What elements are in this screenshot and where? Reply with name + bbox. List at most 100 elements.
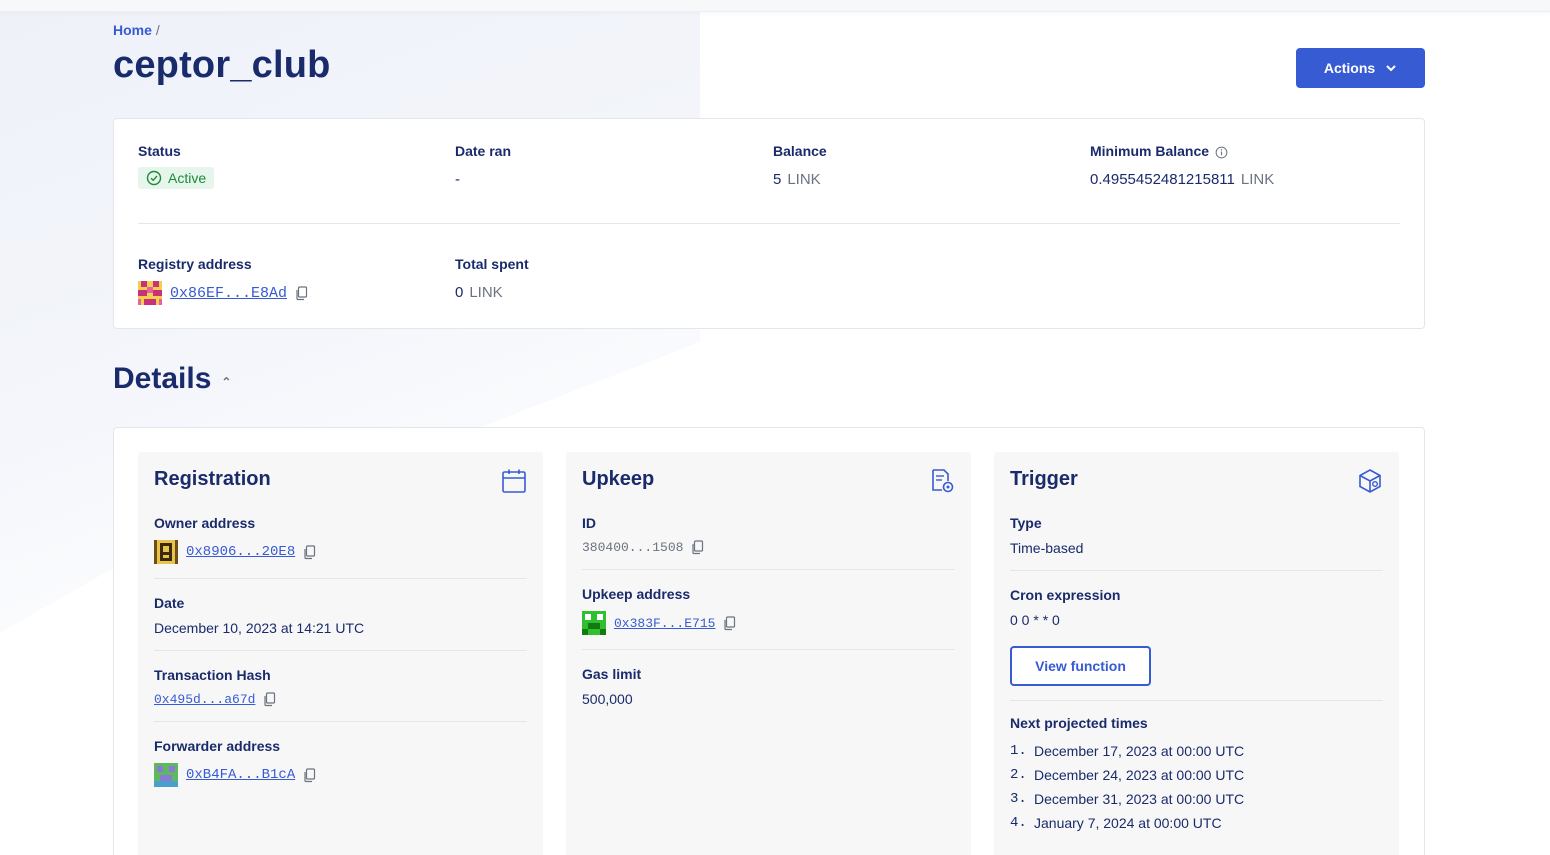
list-item-text: January 7, 2024 at 00:00 UTC [1034,815,1222,831]
owner-avatar [154,540,178,564]
registry-address-link[interactable]: 0x86EF...E8Ad [170,285,287,302]
min-balance-unit: LINK [1240,171,1275,188]
details-section-header[interactable]: Details ⌃ [113,362,231,396]
id-label: ID [582,515,596,531]
upkeep-card: Upkeep ID 380400...1508 Upkeep address 0… [566,452,971,855]
copy-icon[interactable] [303,767,317,783]
forwarder-avatar [154,763,178,787]
calendar-icon [502,469,526,493]
page-title: ceptor_club [113,44,331,86]
actions-button-label: Actions [1323,60,1376,76]
min-balance-amount: 0.4955452481215811 [1090,171,1235,188]
view-function-button[interactable]: View function [1010,646,1151,686]
details-title: Details [113,362,212,395]
upkeep-title: Upkeep [582,468,655,490]
list-item: 3. December 31, 2023 at 00:00 UTC [1010,787,1383,811]
date-ran-field: Date ran - [455,143,511,188]
transaction-hash-label: Transaction Hash [154,667,271,683]
total-spent-value: 0 LINK [455,284,529,301]
registration-card: Registration Owner address 0x8906...20E8… [138,452,543,855]
details-panel: Registration Owner address 0x8906...20E8… [113,427,1425,855]
id-value: 380400...1508 [582,540,955,555]
info-icon[interactable] [1215,146,1228,159]
copy-icon[interactable] [295,285,309,301]
copy-icon[interactable] [263,692,277,707]
status-value: Active [168,170,207,186]
trigger-type-row: Type Time-based [1010,499,1383,571]
upkeep-id-row: ID 380400...1508 [582,499,955,570]
check-circle-icon [146,170,162,186]
status-badge: Active [138,167,215,189]
registry-address-label: Registry address [138,256,252,272]
total-spent-amount: 0 [455,284,464,301]
cron-expression-label: Cron expression [1010,587,1121,603]
breadcrumb-separator: / [155,22,160,38]
date-ran-label: Date ran [455,143,512,159]
breadcrumb-home-link[interactable]: Home [113,22,152,38]
list-item-number: 4. [1010,815,1027,831]
upkeep-address-link[interactable]: 0x383F...E715 [614,616,715,631]
owner-address-value: 0x8906...20E8 [154,540,527,564]
list-item-text: December 24, 2023 at 00:00 UTC [1034,767,1245,783]
min-balance-value: 0.4955452481215811 LINK [1090,171,1274,188]
balance-amount: 5 [773,171,782,188]
actions-button[interactable]: Actions [1296,48,1425,88]
date-ran-value: - [455,171,460,188]
id-text: 380400...1508 [582,540,684,555]
trigger-card: Trigger Type Time-based Cron expression … [994,452,1399,855]
upkeep-avatar [582,611,606,635]
balance-label: Balance [773,143,827,159]
transaction-hash-row: Transaction Hash 0x495d...a67d [154,651,527,722]
next-projected-times-label: Next projected times [1010,715,1148,731]
transaction-hash-link[interactable]: 0x495d...a67d [154,692,255,707]
document-settings-icon [932,469,954,493]
list-item: 2. December 24, 2023 at 00:00 UTC [1010,763,1383,787]
copy-icon[interactable] [303,544,317,560]
total-spent-unit: LINK [469,284,503,301]
registry-address-value: 0x86EF...E8Ad [138,281,309,305]
min-balance-label: Minimum Balance [1090,143,1210,159]
registry-address-field: Registry address 0x86EF...E8Ad [138,256,309,305]
registration-title: Registration [154,468,271,490]
gas-limit-label: Gas limit [582,666,642,682]
forwarder-address-row: Forwarder address 0xB4FA...B1cA [154,722,527,801]
chevron-down-icon [1386,65,1396,72]
caret-up-icon[interactable]: ⌃ [221,375,231,389]
breadcrumb: Home / [113,22,160,38]
type-label: Type [1010,515,1042,531]
upkeep-address-row: Upkeep address 0x383F...E715 [582,570,955,650]
date-label: Date [154,595,185,611]
owner-address-link[interactable]: 0x8906...20E8 [186,544,295,560]
trigger-title: Trigger [1010,468,1078,490]
balance-field: Balance 5 LINK [773,143,827,188]
cron-expression-value: 0 0 * * 0 [1010,612,1060,628]
date-value: December 10, 2023 at 14:21 UTC [154,620,365,636]
balance-value: 5 LINK [773,171,827,188]
list-item-number: 1. [1010,743,1027,759]
cron-expression-row: Cron expression 0 0 * * 0 View function [1010,571,1383,701]
total-spent-label: Total spent [455,256,529,272]
owner-address-label: Owner address [154,515,256,531]
owner-address-row: Owner address 0x8906...20E8 [154,499,527,579]
list-item: 4. January 7, 2024 at 00:00 UTC [1010,811,1383,835]
status-field: Status Active [138,143,215,191]
min-balance-field: Minimum Balance 0.4955452481215811 LINK [1090,143,1274,188]
copy-icon[interactable] [723,615,737,631]
upkeep-address-value: 0x383F...E715 [582,611,955,635]
gas-limit-row: Gas limit 500,000 [582,650,955,721]
total-spent-field: Total spent 0 LINK [455,256,529,301]
transaction-hash-value: 0x495d...a67d [154,692,527,707]
gas-limit-value: 500,000 [582,691,633,707]
registration-date-row: Date December 10, 2023 at 14:21 UTC [154,579,527,651]
top-navigation-bar [0,0,1550,12]
copy-icon[interactable] [691,540,705,555]
registry-avatar [138,281,162,305]
cube-icon [1359,469,1381,493]
balance-unit: LINK [787,171,821,188]
min-balance-label-row: Minimum Balance [1090,143,1274,159]
list-item-text: December 31, 2023 at 00:00 UTC [1034,791,1245,807]
forwarder-address-link[interactable]: 0xB4FA...B1cA [186,767,295,783]
upkeep-summary-card: Status Active Date ran - Balance 5 LINK M… [113,118,1425,329]
list-item-text: December 17, 2023 at 00:00 UTC [1034,743,1245,759]
forwarder-address-value: 0xB4FA...B1cA [154,763,527,787]
